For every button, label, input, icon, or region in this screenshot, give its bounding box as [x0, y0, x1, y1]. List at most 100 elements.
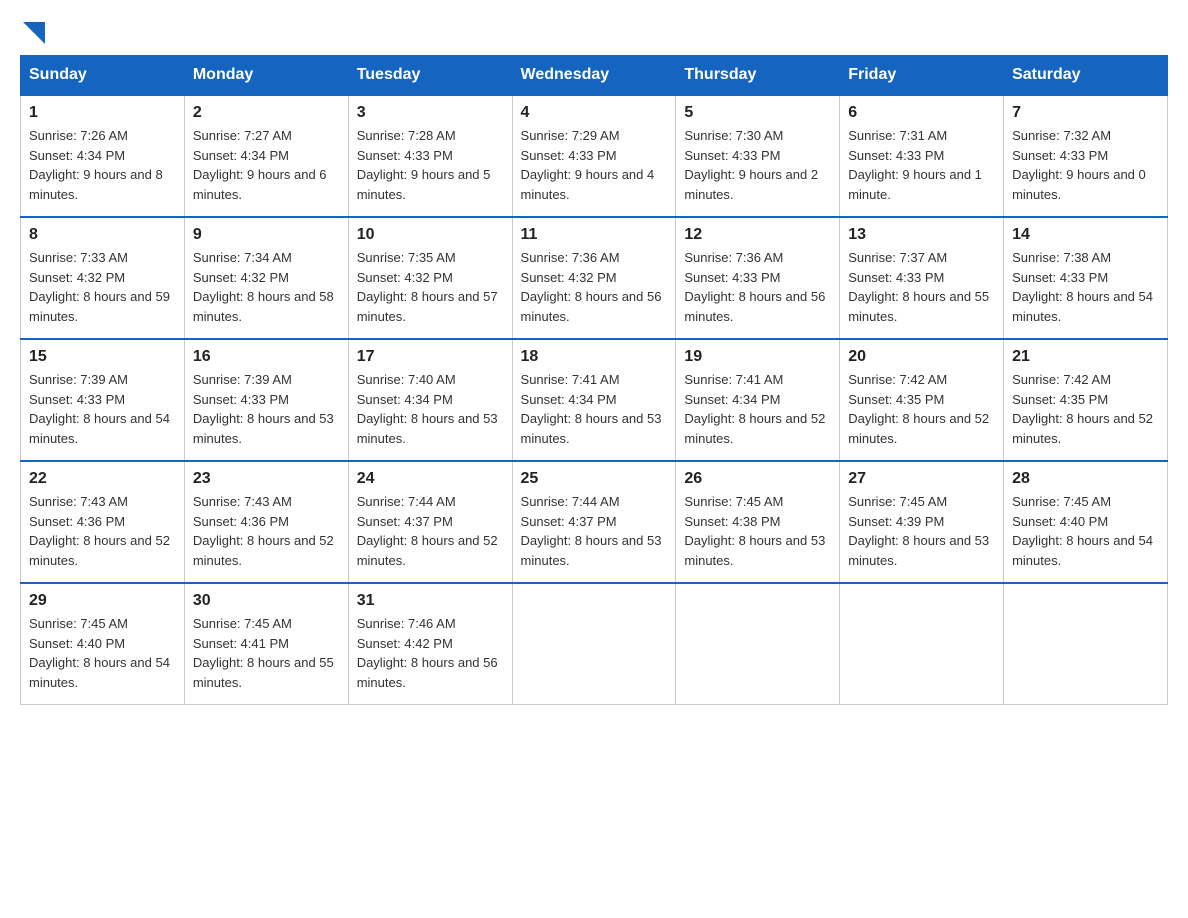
calendar-week-5: 29 Sunrise: 7:45 AM Sunset: 4:40 PM Dayl…: [21, 583, 1168, 705]
day-number: 10: [357, 226, 504, 244]
day-info: Sunrise: 7:40 AM Sunset: 4:34 PM Dayligh…: [357, 370, 504, 448]
calendar-cell: 9 Sunrise: 7:34 AM Sunset: 4:32 PM Dayli…: [184, 217, 348, 339]
header-saturday: Saturday: [1004, 56, 1168, 96]
day-info: Sunrise: 7:39 AM Sunset: 4:33 PM Dayligh…: [29, 370, 176, 448]
day-info: Sunrise: 7:43 AM Sunset: 4:36 PM Dayligh…: [193, 492, 340, 570]
calendar-cell: 5 Sunrise: 7:30 AM Sunset: 4:33 PM Dayli…: [676, 95, 840, 217]
day-info: Sunrise: 7:34 AM Sunset: 4:32 PM Dayligh…: [193, 248, 340, 326]
day-info: Sunrise: 7:45 AM Sunset: 4:41 PM Dayligh…: [193, 614, 340, 692]
calendar-cell: 2 Sunrise: 7:27 AM Sunset: 4:34 PM Dayli…: [184, 95, 348, 217]
calendar-cell: 16 Sunrise: 7:39 AM Sunset: 4:33 PM Dayl…: [184, 339, 348, 461]
day-info: Sunrise: 7:31 AM Sunset: 4:33 PM Dayligh…: [848, 126, 995, 204]
day-number: 18: [521, 348, 668, 366]
day-number: 9: [193, 226, 340, 244]
header-tuesday: Tuesday: [348, 56, 512, 96]
day-info: Sunrise: 7:45 AM Sunset: 4:38 PM Dayligh…: [684, 492, 831, 570]
day-info: Sunrise: 7:41 AM Sunset: 4:34 PM Dayligh…: [684, 370, 831, 448]
day-info: Sunrise: 7:36 AM Sunset: 4:33 PM Dayligh…: [684, 248, 831, 326]
day-number: 15: [29, 348, 176, 366]
calendar-cell: 13 Sunrise: 7:37 AM Sunset: 4:33 PM Dayl…: [840, 217, 1004, 339]
day-number: 30: [193, 592, 340, 610]
calendar-cell: 11 Sunrise: 7:36 AM Sunset: 4:32 PM Dayl…: [512, 217, 676, 339]
day-number: 2: [193, 104, 340, 122]
calendar-cell: [1004, 583, 1168, 705]
day-number: 4: [521, 104, 668, 122]
calendar-cell: 26 Sunrise: 7:45 AM Sunset: 4:38 PM Dayl…: [676, 461, 840, 583]
day-info: Sunrise: 7:29 AM Sunset: 4:33 PM Dayligh…: [521, 126, 668, 204]
header-friday: Friday: [840, 56, 1004, 96]
day-number: 25: [521, 470, 668, 488]
header-thursday: Thursday: [676, 56, 840, 96]
day-number: 22: [29, 470, 176, 488]
day-info: Sunrise: 7:43 AM Sunset: 4:36 PM Dayligh…: [29, 492, 176, 570]
calendar-cell: [512, 583, 676, 705]
day-number: 19: [684, 348, 831, 366]
day-number: 17: [357, 348, 504, 366]
day-number: 20: [848, 348, 995, 366]
calendar-cell: 7 Sunrise: 7:32 AM Sunset: 4:33 PM Dayli…: [1004, 95, 1168, 217]
day-number: 8: [29, 226, 176, 244]
day-number: 26: [684, 470, 831, 488]
day-info: Sunrise: 7:44 AM Sunset: 4:37 PM Dayligh…: [357, 492, 504, 570]
day-number: 13: [848, 226, 995, 244]
header-sunday: Sunday: [21, 56, 185, 96]
day-number: 3: [357, 104, 504, 122]
day-number: 21: [1012, 348, 1159, 366]
calendar-cell: 25 Sunrise: 7:44 AM Sunset: 4:37 PM Dayl…: [512, 461, 676, 583]
calendar-cell: 18 Sunrise: 7:41 AM Sunset: 4:34 PM Dayl…: [512, 339, 676, 461]
calendar-cell: 27 Sunrise: 7:45 AM Sunset: 4:39 PM Dayl…: [840, 461, 1004, 583]
calendar-header-row: SundayMondayTuesdayWednesdayThursdayFrid…: [21, 56, 1168, 96]
calendar-cell: 21 Sunrise: 7:42 AM Sunset: 4:35 PM Dayl…: [1004, 339, 1168, 461]
day-info: Sunrise: 7:38 AM Sunset: 4:33 PM Dayligh…: [1012, 248, 1159, 326]
day-info: Sunrise: 7:46 AM Sunset: 4:42 PM Dayligh…: [357, 614, 504, 692]
day-number: 29: [29, 592, 176, 610]
day-number: 6: [848, 104, 995, 122]
day-info: Sunrise: 7:33 AM Sunset: 4:32 PM Dayligh…: [29, 248, 176, 326]
calendar-cell: 3 Sunrise: 7:28 AM Sunset: 4:33 PM Dayli…: [348, 95, 512, 217]
day-info: Sunrise: 7:45 AM Sunset: 4:40 PM Dayligh…: [1012, 492, 1159, 570]
calendar-cell: 30 Sunrise: 7:45 AM Sunset: 4:41 PM Dayl…: [184, 583, 348, 705]
day-info: Sunrise: 7:35 AM Sunset: 4:32 PM Dayligh…: [357, 248, 504, 326]
calendar-cell: 10 Sunrise: 7:35 AM Sunset: 4:32 PM Dayl…: [348, 217, 512, 339]
calendar-week-1: 1 Sunrise: 7:26 AM Sunset: 4:34 PM Dayli…: [21, 95, 1168, 217]
calendar-cell: 22 Sunrise: 7:43 AM Sunset: 4:36 PM Dayl…: [21, 461, 185, 583]
calendar-cell: 29 Sunrise: 7:45 AM Sunset: 4:40 PM Dayl…: [21, 583, 185, 705]
calendar-cell: 1 Sunrise: 7:26 AM Sunset: 4:34 PM Dayli…: [21, 95, 185, 217]
logo: [20, 20, 45, 45]
day-number: 7: [1012, 104, 1159, 122]
day-info: Sunrise: 7:36 AM Sunset: 4:32 PM Dayligh…: [521, 248, 668, 326]
day-info: Sunrise: 7:41 AM Sunset: 4:34 PM Dayligh…: [521, 370, 668, 448]
calendar-cell: 4 Sunrise: 7:29 AM Sunset: 4:33 PM Dayli…: [512, 95, 676, 217]
day-number: 5: [684, 104, 831, 122]
header-wednesday: Wednesday: [512, 56, 676, 96]
day-info: Sunrise: 7:42 AM Sunset: 4:35 PM Dayligh…: [848, 370, 995, 448]
calendar-cell: 20 Sunrise: 7:42 AM Sunset: 4:35 PM Dayl…: [840, 339, 1004, 461]
day-number: 24: [357, 470, 504, 488]
day-info: Sunrise: 7:45 AM Sunset: 4:39 PM Dayligh…: [848, 492, 995, 570]
day-info: Sunrise: 7:37 AM Sunset: 4:33 PM Dayligh…: [848, 248, 995, 326]
calendar-table: SundayMondayTuesdayWednesdayThursdayFrid…: [20, 55, 1168, 705]
calendar-week-2: 8 Sunrise: 7:33 AM Sunset: 4:32 PM Dayli…: [21, 217, 1168, 339]
day-number: 31: [357, 592, 504, 610]
day-info: Sunrise: 7:32 AM Sunset: 4:33 PM Dayligh…: [1012, 126, 1159, 204]
calendar-cell: 12 Sunrise: 7:36 AM Sunset: 4:33 PM Dayl…: [676, 217, 840, 339]
day-info: Sunrise: 7:39 AM Sunset: 4:33 PM Dayligh…: [193, 370, 340, 448]
day-number: 12: [684, 226, 831, 244]
calendar-cell: 6 Sunrise: 7:31 AM Sunset: 4:33 PM Dayli…: [840, 95, 1004, 217]
header-monday: Monday: [184, 56, 348, 96]
calendar-cell: 19 Sunrise: 7:41 AM Sunset: 4:34 PM Dayl…: [676, 339, 840, 461]
day-number: 23: [193, 470, 340, 488]
day-info: Sunrise: 7:45 AM Sunset: 4:40 PM Dayligh…: [29, 614, 176, 692]
day-info: Sunrise: 7:44 AM Sunset: 4:37 PM Dayligh…: [521, 492, 668, 570]
day-info: Sunrise: 7:28 AM Sunset: 4:33 PM Dayligh…: [357, 126, 504, 204]
day-number: 27: [848, 470, 995, 488]
calendar-cell: 31 Sunrise: 7:46 AM Sunset: 4:42 PM Dayl…: [348, 583, 512, 705]
calendar-week-3: 15 Sunrise: 7:39 AM Sunset: 4:33 PM Dayl…: [21, 339, 1168, 461]
calendar-cell: [840, 583, 1004, 705]
day-info: Sunrise: 7:30 AM Sunset: 4:33 PM Dayligh…: [684, 126, 831, 204]
day-info: Sunrise: 7:27 AM Sunset: 4:34 PM Dayligh…: [193, 126, 340, 204]
day-number: 11: [521, 226, 668, 244]
day-info: Sunrise: 7:26 AM Sunset: 4:34 PM Dayligh…: [29, 126, 176, 204]
calendar-cell: 14 Sunrise: 7:38 AM Sunset: 4:33 PM Dayl…: [1004, 217, 1168, 339]
day-number: 28: [1012, 470, 1159, 488]
